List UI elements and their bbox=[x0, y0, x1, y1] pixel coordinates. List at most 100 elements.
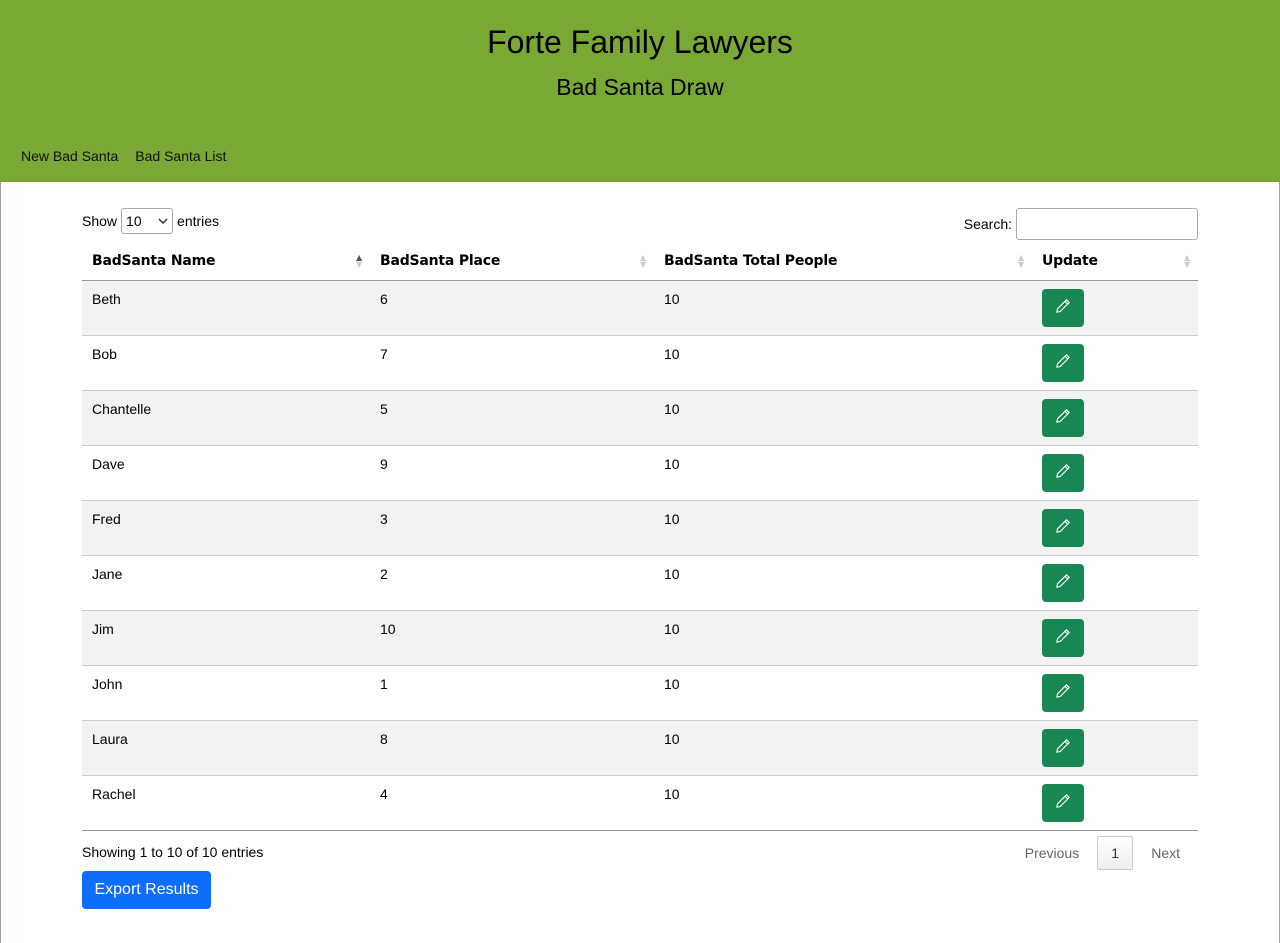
pencil-icon bbox=[1055, 298, 1071, 317]
page-length-value: 10 bbox=[126, 213, 142, 229]
sort-ascending-icon: ▲ ▼ bbox=[356, 252, 362, 269]
table-row: Laura 8 10 bbox=[82, 719, 1198, 775]
cell-update bbox=[1032, 554, 1198, 610]
pagination: Previous 1 Next bbox=[1007, 835, 1198, 871]
column-header-name[interactable]: BadSanta Name ▲ ▼ bbox=[82, 242, 370, 281]
cell-place: 1 bbox=[370, 664, 654, 720]
export-results-button[interactable]: Export Results bbox=[82, 871, 211, 909]
cell-total: 10 bbox=[654, 609, 1032, 665]
cell-name: Beth bbox=[82, 279, 370, 335]
edit-button[interactable] bbox=[1042, 453, 1084, 492]
table-row: Chantelle 5 10 bbox=[82, 389, 1198, 445]
cell-update bbox=[1032, 664, 1198, 720]
page-title: Forte Family Lawyers bbox=[487, 24, 793, 60]
page-length-select[interactable]: 10 bbox=[121, 208, 174, 234]
edit-button[interactable] bbox=[1042, 673, 1084, 712]
pencil-icon bbox=[1055, 683, 1071, 702]
cell-total: 10 bbox=[654, 279, 1032, 335]
column-header-label: BadSanta Total People bbox=[664, 252, 838, 269]
edit-button[interactable] bbox=[1042, 398, 1084, 437]
cell-total: 10 bbox=[654, 389, 1032, 445]
pencil-icon bbox=[1055, 463, 1071, 482]
sort-icon: ▲ ▼ bbox=[1018, 252, 1024, 269]
cell-name: Bob bbox=[82, 334, 370, 390]
table-row: Beth 6 10 bbox=[82, 279, 1198, 335]
pencil-icon bbox=[1055, 793, 1071, 812]
cell-update bbox=[1032, 499, 1198, 555]
table-row: Bob 7 10 bbox=[82, 334, 1198, 390]
column-header-label: BadSanta Name bbox=[92, 252, 216, 269]
edit-button[interactable] bbox=[1042, 618, 1084, 657]
cell-place: 6 bbox=[370, 279, 654, 335]
cell-total: 10 bbox=[654, 334, 1032, 390]
table-body: Beth 6 10 Bob 7 10 Chantelle 5 10 Dave 9… bbox=[82, 279, 1198, 831]
next-page-button[interactable]: Next bbox=[1133, 835, 1198, 871]
table-row: John 1 10 bbox=[82, 664, 1198, 720]
table-row: Fred 3 10 bbox=[82, 499, 1198, 555]
column-header-label: BadSanta Place bbox=[380, 252, 501, 269]
bad-santa-table: BadSanta Name ▲ ▼ BadSanta Place ▲ ▼ BadSa… bbox=[82, 242, 1198, 831]
sort-icon: ▲ ▼ bbox=[640, 252, 646, 269]
nav-new-bad-santa[interactable]: New Bad Santa bbox=[21, 146, 118, 166]
cell-place: 7 bbox=[370, 334, 654, 390]
chevron-down-icon bbox=[158, 216, 168, 227]
cell-name: Dave bbox=[82, 444, 370, 500]
column-header-update[interactable]: Update ▲ ▼ bbox=[1032, 242, 1198, 281]
entries-label: entries bbox=[177, 213, 220, 229]
cell-name: Jim bbox=[82, 609, 370, 665]
search-input[interactable] bbox=[1016, 208, 1198, 240]
table-row: Dave 9 10 bbox=[82, 444, 1198, 500]
page-button-current[interactable]: 1 bbox=[1097, 836, 1134, 870]
cell-total: 10 bbox=[654, 444, 1032, 500]
pencil-icon bbox=[1055, 573, 1071, 592]
table-row: Rachel 4 10 bbox=[82, 774, 1198, 831]
cell-name: Chantelle bbox=[82, 389, 370, 445]
cell-update bbox=[1032, 774, 1198, 831]
cell-name: Jane bbox=[82, 554, 370, 610]
cell-update bbox=[1032, 444, 1198, 500]
table-row: Jim 10 10 bbox=[82, 609, 1198, 665]
cell-place: 5 bbox=[370, 389, 654, 445]
main-nav: New Bad Santa Bad Santa List bbox=[21, 146, 226, 166]
cell-place: 8 bbox=[370, 719, 654, 775]
cell-update bbox=[1032, 334, 1198, 390]
page-subtitle: Bad Santa Draw bbox=[556, 74, 724, 100]
cell-name: John bbox=[82, 664, 370, 720]
cell-total: 10 bbox=[654, 499, 1032, 555]
page-length-control: Show 10 entries bbox=[82, 208, 219, 234]
cell-place: 9 bbox=[370, 444, 654, 500]
column-header-total-people[interactable]: BadSanta Total People ▲ ▼ bbox=[654, 242, 1032, 281]
edit-button[interactable] bbox=[1042, 563, 1084, 602]
search-control: Search: bbox=[964, 208, 1198, 240]
table-info: Showing 1 to 10 of 10 entries bbox=[82, 844, 264, 860]
column-header-place[interactable]: BadSanta Place ▲ ▼ bbox=[370, 242, 654, 281]
pencil-icon bbox=[1055, 628, 1071, 647]
edit-button[interactable] bbox=[1042, 288, 1084, 327]
edit-button[interactable] bbox=[1042, 783, 1084, 822]
cell-place: 3 bbox=[370, 499, 654, 555]
page-header: Forte Family Lawyers Bad Santa Draw New … bbox=[0, 0, 1280, 182]
nav-bad-santa-list[interactable]: Bad Santa List bbox=[135, 146, 226, 166]
pencil-icon bbox=[1055, 738, 1071, 757]
sort-icon: ▲ ▼ bbox=[1184, 252, 1190, 269]
edit-button[interactable] bbox=[1042, 508, 1084, 547]
cell-total: 10 bbox=[654, 664, 1032, 720]
cell-total: 10 bbox=[654, 719, 1032, 775]
column-header-label: Update bbox=[1042, 252, 1098, 269]
show-label: Show bbox=[82, 213, 118, 229]
cell-name: Laura bbox=[82, 719, 370, 775]
table-row: Jane 2 10 bbox=[82, 554, 1198, 610]
cell-update bbox=[1032, 719, 1198, 775]
previous-page-button[interactable]: Previous bbox=[1007, 835, 1097, 871]
search-label: Search: bbox=[963, 216, 1012, 232]
cell-place: 2 bbox=[370, 554, 654, 610]
table-header-row: BadSanta Name ▲ ▼ BadSanta Place ▲ ▼ BadSa… bbox=[82, 242, 1198, 281]
cell-update bbox=[1032, 389, 1198, 445]
cell-place: 10 bbox=[370, 609, 654, 665]
cell-total: 10 bbox=[654, 774, 1032, 831]
pencil-icon bbox=[1055, 353, 1071, 372]
cell-update bbox=[1032, 279, 1198, 335]
pencil-icon bbox=[1055, 518, 1071, 537]
edit-button[interactable] bbox=[1042, 343, 1084, 382]
edit-button[interactable] bbox=[1042, 728, 1084, 767]
